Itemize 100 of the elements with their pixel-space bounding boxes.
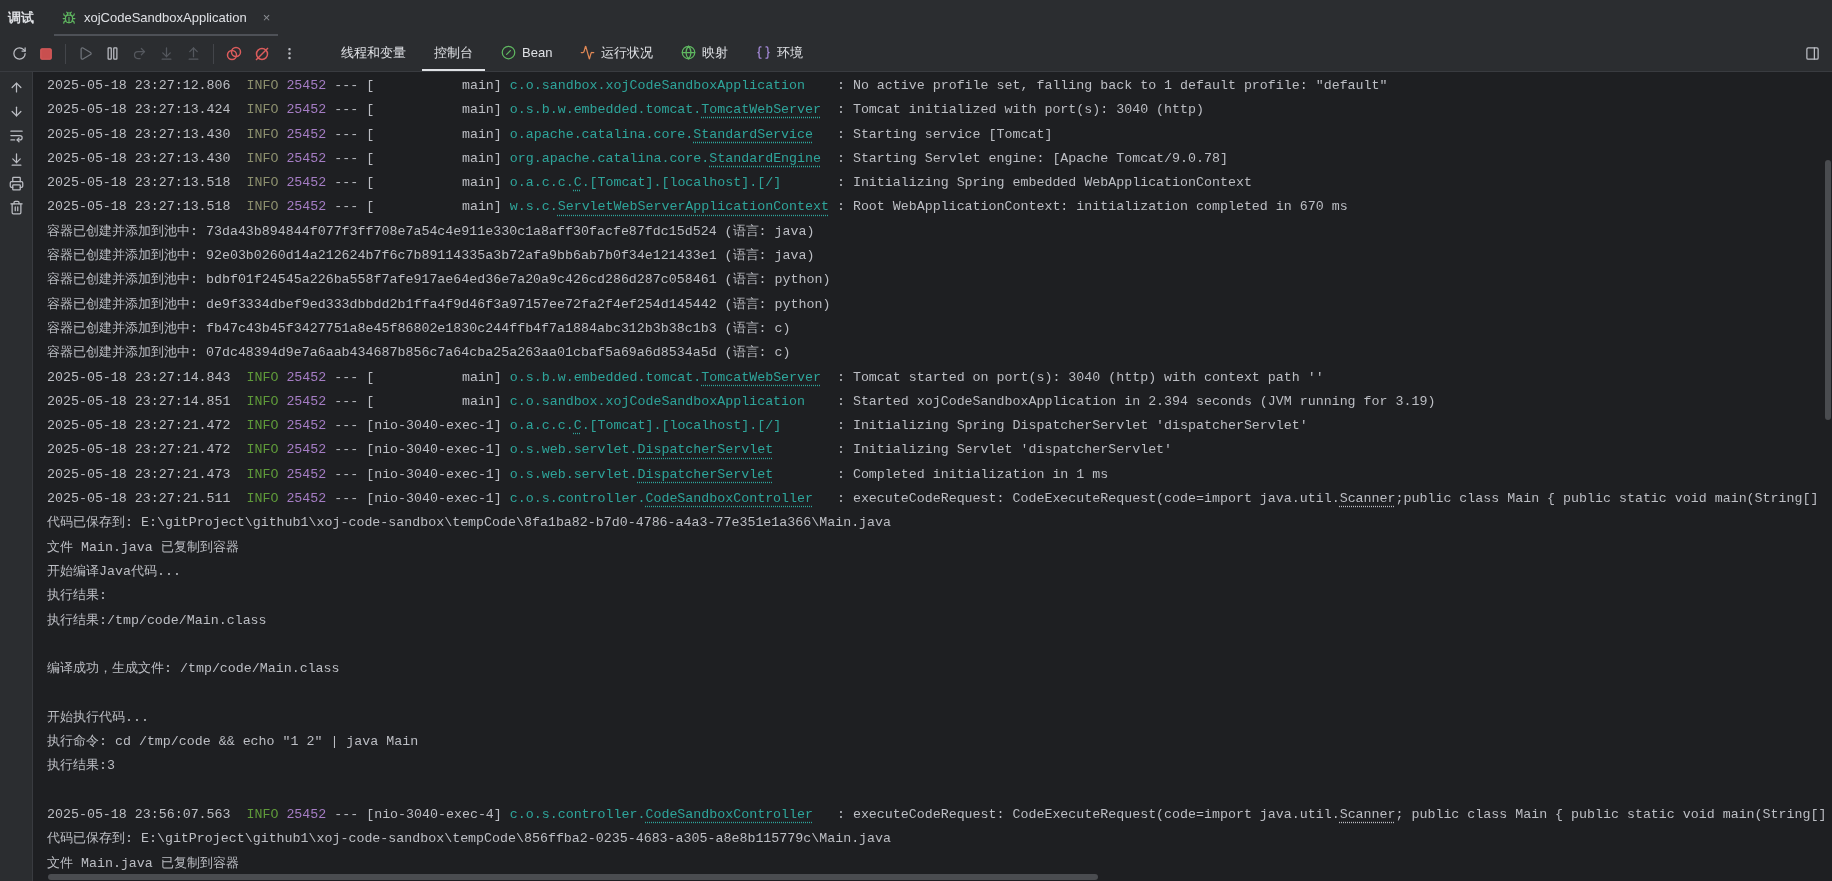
log-timestamp: 2025-05-18 23:27:21.473	[47, 465, 231, 484]
trash-icon[interactable]	[8, 200, 24, 215]
horizontal-scrollbar[interactable]	[48, 874, 1098, 880]
toolbar-tab[interactable]: 映射	[669, 36, 741, 71]
log-message: : Started xojCodeSandboxApplication in 2.394 seconds (JVM running for 3.19)	[836, 392, 1436, 411]
console-line: 代码已保存到: E:\gitProject\github1\xoj-code-sandbox\tempCode\856ffba2-0235-4683-a305-a8e8b115779c\Main.java	[47, 830, 892, 849]
log-separator: ---	[334, 149, 359, 168]
close-icon[interactable]: ×	[262, 8, 271, 28]
log-separator: ---	[334, 392, 359, 411]
console-line: 容器已创建并添加到池中: de9f3334dbef9ed333dbbdd2b1ffa4f9d46f3a97157ee72fa2f4ef254d145442 (语言: python)	[47, 295, 831, 314]
log-timestamp: 2025-05-18 23:27:13.430	[47, 125, 231, 144]
resume-icon[interactable]	[78, 46, 93, 61]
rerun-icon[interactable]	[12, 46, 27, 61]
up-arrow-icon[interactable]	[8, 80, 24, 95]
log-message: : executeCodeRequest: CodeExecuteRequest(code=import java.util.Scanner; public class Main { public static void main(String[]	[836, 805, 1827, 824]
thread-name: [nio-3040-exec-1]	[366, 417, 502, 436]
process-id: 25452	[286, 77, 327, 95]
logger-name: c.o.s.controller.CodeSandboxController	[509, 805, 815, 824]
console-line: 开始执行代码...	[47, 708, 149, 727]
log-level: INFO	[246, 198, 279, 217]
breakpoints-icon[interactable]	[226, 45, 242, 62]
log-separator: ---	[334, 198, 359, 217]
log-message: : Tomcat initialized with port(s): 3040 (http)	[836, 101, 1204, 120]
toolbar-tab[interactable]: 控制台	[422, 36, 485, 71]
thread-name: [nio-3040-exec-4]	[366, 805, 502, 824]
log-separator: ---	[334, 805, 359, 824]
log-message: : Initializing Spring embedded WebApplicationContext	[836, 174, 1252, 193]
console-line: 容器已创建并添加到池中: 92e03b0260d14a212624b7f6c7b89114335a3b72afa9bb6ab7b0f34e121433e1 (语言: java)	[47, 247, 815, 266]
down-arrow-icon[interactable]	[8, 104, 24, 119]
toolbar-tab[interactable]: 运行状况	[568, 36, 666, 71]
console-line: 容器已创建并添加到池中: bdbf01f24545a226ba558f7afe917ae64ed36e7a20a9c426cd286d287c058461 (语言: python)	[47, 271, 831, 290]
thread-name: [nio-3040-exec-1]	[366, 490, 502, 509]
log-timestamp: 2025-05-18 23:56:07.563	[47, 805, 231, 824]
log-separator: ---	[334, 125, 359, 144]
log-level: INFO	[246, 417, 279, 436]
console-line: 容器已创建并添加到池中: 07dc48394d9e7a6aab434687b856c7a64cba25a263aa01cbaf5a69a6d8534a5d (语言: c)	[47, 344, 791, 363]
logger-name: o.a.c.c.C.[Tomcat].[localhost].[/]	[509, 174, 783, 193]
log-message: : Starting Servlet engine: [Apache Tomcat/9.0.78]	[836, 149, 1228, 168]
mute-breakpoints-icon[interactable]	[254, 45, 270, 62]
log-timestamp: 2025-05-18 23:27:21.511	[47, 490, 231, 509]
braces-icon	[756, 45, 772, 60]
toolbar-tab[interactable]: 线程和变量	[329, 36, 418, 71]
no-entry-icon	[501, 45, 516, 60]
process-id: 25452	[286, 465, 327, 484]
vertical-scrollbar[interactable]	[1825, 160, 1831, 420]
stop-icon[interactable]	[39, 46, 53, 61]
log-message: : Tomcat started on port(s): 3040 (http) with context path ''	[836, 368, 1324, 387]
pause-icon[interactable]	[105, 46, 120, 61]
log-level: INFO	[246, 174, 279, 193]
log-timestamp: 2025-05-18 23:27:13.518	[47, 174, 231, 193]
log-separator: ---	[334, 441, 359, 460]
logger-name: o.s.b.w.embedded.tomcat.TomcatWebServer	[509, 101, 822, 120]
log-level: INFO	[246, 465, 279, 484]
console-line: 容器已创建并添加到池中: 73da43b894844f077f3ff708e7a54c4e911e330c1a8aff30facfe87fdc15d524 (语言: java)	[47, 222, 815, 241]
log-timestamp: 2025-05-18 23:27:13.424	[47, 101, 231, 120]
log-message: : No active profile set, falling back to 1 default profile: "default"	[836, 77, 1388, 95]
thread-name: [ main]	[366, 125, 502, 144]
console-line: 执行命令: cd /tmp/code && echo "1 2" | java Main	[47, 733, 419, 751]
process-id: 25452	[286, 125, 327, 144]
thread-name: [ main]	[366, 77, 502, 95]
log-separator: ---	[334, 174, 359, 193]
log-message: : Completed initialization in 1 ms	[836, 465, 1109, 484]
log-level: INFO	[246, 392, 279, 411]
console-line: 执行结果:	[47, 587, 107, 606]
soft-wrap-icon[interactable]	[8, 128, 24, 143]
bug-icon	[62, 11, 76, 25]
console-line: 编译成功，生成文件: /tmp/code/Main.class	[47, 660, 340, 679]
process-id: 25452	[286, 149, 327, 168]
print-icon[interactable]	[8, 176, 24, 191]
toolbar-tab[interactable]: Bean	[489, 36, 565, 71]
log-level: INFO	[246, 368, 279, 387]
logger-name: c.o.s.controller.CodeSandboxController	[509, 490, 815, 509]
log-timestamp: 2025-05-18 23:27:13.430	[47, 149, 231, 168]
thread-name: [ main]	[366, 101, 502, 120]
log-timestamp: 2025-05-18 23:27:14.851	[47, 392, 231, 411]
log-level: INFO	[246, 490, 279, 509]
logger-name: c.o.sandbox.xojCodeSandboxApplication	[509, 77, 807, 95]
log-level: INFO	[246, 441, 279, 460]
logger-name: o.s.web.servlet.DispatcherServlet	[509, 465, 775, 484]
log-level: INFO	[246, 77, 279, 95]
log-timestamp: 2025-05-18 23:27:13.518	[47, 198, 231, 217]
log-timestamp: 2025-05-18 23:27:21.472	[47, 417, 231, 436]
globe-icon	[681, 45, 697, 60]
process-id: 25452	[286, 392, 327, 411]
log-message: : Starting service [Tomcat]	[836, 125, 1053, 144]
layout-icon[interactable]	[1805, 46, 1820, 61]
console-line: 文件 Main.java 已复制到容器	[47, 538, 239, 557]
thread-name: [ main]	[366, 198, 502, 217]
log-message: : Root WebApplicationContext: initialization completed in 670 ms	[836, 198, 1348, 217]
process-id: 25452	[286, 174, 327, 193]
process-id: 25452	[286, 198, 327, 217]
console-line: 文件 Main.java 已复制到容器	[47, 854, 239, 873]
thread-name: [ main]	[366, 368, 502, 387]
thread-name: [nio-3040-exec-1]	[366, 441, 502, 460]
console-line: 容器已创建并添加到池中: fb47c43b45f3427751a8e45f86802e1830c244ffb4f7a1884abc312b3b38c1b3 (语言: c)	[47, 319, 791, 338]
log-message: : Initializing Servlet 'dispatcherServlet'	[836, 441, 1173, 460]
toolbar-tab[interactable]: 环境	[744, 36, 816, 71]
thread-name: [nio-3040-exec-1]	[366, 465, 502, 484]
pulse-icon	[580, 45, 596, 60]
logger-name: org.apache.catalina.core.StandardEngine	[509, 149, 822, 168]
